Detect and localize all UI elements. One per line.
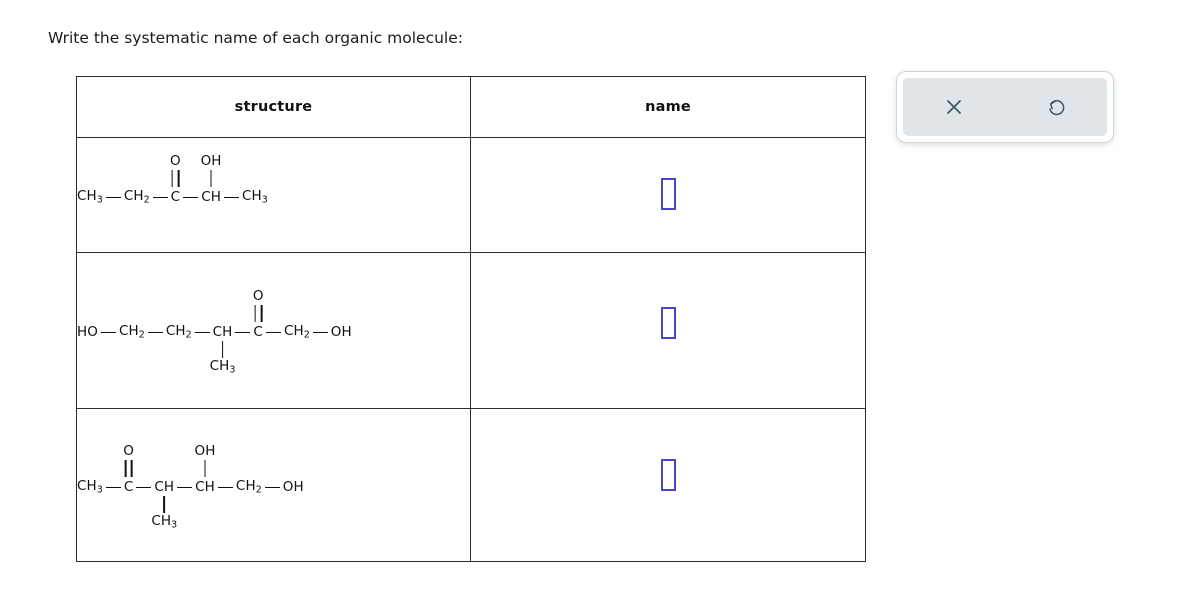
atom-carbonyl-c: C O [252,287,264,340]
tool-palette-inner [903,78,1107,136]
substituent-hydroxyl: OH [194,442,216,480]
atom-ch3: CH3 [77,477,103,496]
atom-ch-methyl: CH CH3 [151,478,178,531]
undo-reset-icon [1046,97,1067,118]
double-bond-icon [254,305,263,323]
atom-ch2: CH2 [283,323,310,341]
table-header: structure name [76,76,866,138]
bond-icon [264,486,280,489]
atom-ch2: CH2 [123,187,150,206]
column-header-name: name [470,76,866,138]
substituent-hydroxyl: OH [200,152,222,190]
atom-ch3: CH3 [77,187,103,206]
atom-ch3: CH3 [151,512,178,531]
bond-icon [136,486,152,489]
name-cell-2 [470,252,866,409]
atom-oh: OH [194,442,216,459]
bond-icon [265,331,281,334]
name-cell-1 [470,137,866,253]
atom-ch2: CH2 [165,323,192,341]
tool-palette [896,71,1114,143]
substituent-methyl: CH3 [209,339,236,376]
name-input-2[interactable] [660,306,676,339]
atom-ch2: CH2 [118,323,145,341]
single-bond-icon [204,460,206,478]
page-title: Write the systematic name of each organi… [48,29,463,47]
structure-cell-3: CH3 C O CH CH3 CH OH CH2 OH [76,408,471,562]
atom-o: O [170,152,181,169]
bond-icon [217,486,233,489]
column-header-structure: structure [76,76,471,138]
double-bond-icon [171,170,180,188]
bond-icon [312,331,328,334]
bond-icon [100,331,116,334]
atom-ch3: CH3 [241,187,268,206]
atom-ch-methyl: CH CH3 [209,323,236,376]
close-x-icon [944,97,964,117]
structure-cell-2: HO CH2 CH2 CH CH3 C O CH2 OH [76,252,471,409]
atom-ho: HO [77,323,98,340]
table-row: CH3 C O CH CH3 CH OH CH2 OH [76,408,866,562]
substituent-oxo: O [123,442,134,480]
atom-o: O [252,287,264,304]
molecule-structure-2: HO CH2 CH2 CH CH3 C O CH2 OH [77,287,352,376]
table-body: CH3 CH2 C O CH OH CH3 HO CH2 CH2 CH CH3 … [76,137,866,562]
table-header-row: structure name [76,76,866,138]
atom-carbonyl-c: C O [170,152,181,205]
name-cell-3 [470,408,866,562]
molecule-name-table: structure name CH3 CH2 C O CH OH CH3 HO … [76,76,866,562]
atom-oh: OH [282,478,304,495]
atom-o: O [123,442,134,459]
atom-oh: OH [200,152,222,169]
bond-icon [105,196,121,199]
atom-oh: OH [330,323,352,340]
name-input-3[interactable] [660,459,676,491]
double-bond-icon [124,460,133,478]
molecule-structure-1: CH3 CH2 C O CH OH CH3 [77,152,268,206]
bond-icon [147,331,163,334]
bond-icon [194,331,210,334]
substituent-oxo: O [170,152,181,190]
structure-cell-1: CH3 CH2 C O CH OH CH3 [76,137,471,253]
bond-icon [183,196,199,199]
substituent-methyl: CH3 [151,494,177,530]
table-row: CH3 CH2 C O CH OH CH3 [76,137,866,253]
single-bond-icon [210,170,212,188]
single-bond-icon [163,495,166,513]
bond-icon [177,486,193,489]
atom-ch-hydroxyl: CH OH [200,152,222,205]
atom-ch-hydroxyl: CH OH [194,442,216,495]
atom-ch3: CH3 [209,357,236,376]
bond-icon [105,486,121,489]
reset-button[interactable] [1005,78,1107,136]
bond-icon [152,196,168,199]
atom-ch2: CH2 [235,477,262,496]
bond-icon [223,196,239,199]
bond-icon [235,331,251,334]
clear-button[interactable] [903,78,1005,136]
molecule-structure-3: CH3 C O CH CH3 CH OH CH2 OH [77,442,304,531]
substituent-oxo: O [252,287,264,325]
name-input-1[interactable] [660,178,676,210]
single-bond-icon [221,340,224,358]
atom-carbonyl-c: C O [123,442,134,495]
table-row: HO CH2 CH2 CH CH3 C O CH2 OH [76,252,866,409]
